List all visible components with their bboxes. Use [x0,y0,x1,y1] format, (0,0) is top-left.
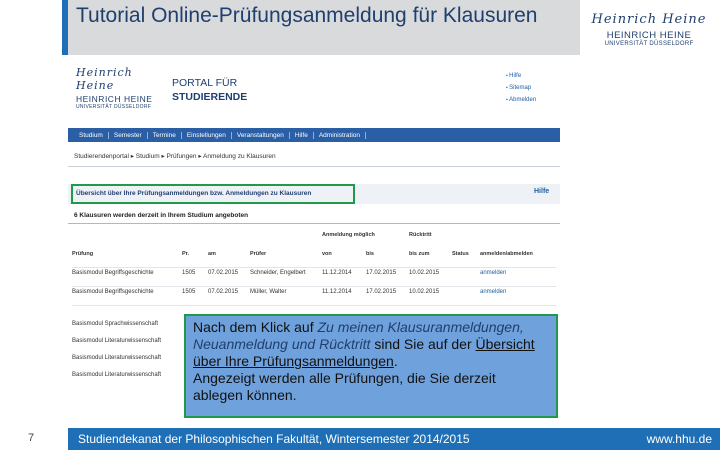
table-cell: 10.02.2015 [409,289,440,295]
table-header-row: Prüfung Pr. am Prüfer von bis bis zum St… [72,251,556,270]
column-header: Prüfer [250,251,267,257]
list-item: Basismodul Sprachwissenschaft [72,321,159,327]
nav-item-semester[interactable]: Semester [109,131,148,139]
portal-quick-links: Hilfe Sitemap Abmelden [506,70,536,106]
divider [72,286,556,287]
register-link[interactable]: anmelden [480,289,506,295]
column-header: Prüfung [72,251,94,257]
divider [72,267,556,268]
column-header: bis zum [409,251,430,257]
nav-item-hilfe[interactable]: Hilfe [290,131,314,139]
callout-middle: sind Sie auf der [370,336,476,352]
portal-logo-subtitle: UNIVERSITÄT DÜSSELDORF [76,104,152,110]
portal-logo-signature: Heinrich Heine [76,66,133,92]
university-logo: Heinrich Heine HEINRICH HEINE UNIVERSITÄ… [590,12,708,64]
table-cell: 17.02.2015 [366,270,397,276]
footer-url[interactable]: www.hhu.de [647,432,712,446]
logo-subtitle: UNIVERSITÄT DÜSSELDORF [604,41,694,47]
table-cell: Müller, Walter [250,289,287,295]
portal-nav-bar: Studium Semester Termine Einstellungen V… [68,128,560,142]
help-link[interactable]: Hilfe [534,188,549,195]
portal-logo-name: HEINRICH HEINE [76,94,153,104]
portal-heading-line1: PORTAL FÜR [172,77,238,89]
header-left-blank [0,0,62,55]
nav-item-termine[interactable]: Termine [148,131,182,139]
portal-logo: Heinrich Heine HEINRICH HEINE UNIVERSITÄ… [76,66,166,110]
table-row: Basismodul Begriffsgeschichte 1505 07.02… [72,289,556,308]
divider [68,166,560,167]
exam-count-text: 6 Klausuren werden derzeit in Ihrem Stud… [74,212,249,219]
table-cell: 07.02.2015 [208,289,239,295]
table-cell: 11.12.2014 [322,289,352,295]
table-cell: 17.02.2015 [366,289,397,295]
column-header: von [322,251,332,257]
table-cell: Basismodul Begriffsgeschichte [72,289,154,295]
breadcrumb[interactable]: Studierendenportal ▸ Studium ▸ Prüfungen… [74,152,276,160]
table-cell: 11.12.2014 [322,270,352,276]
list-item: Basismodul Literaturwissenschaft [72,372,162,378]
page-number: 7 [27,432,35,444]
callout-intro: Nach dem Klick auf [193,319,318,335]
slide: Tutorial Online-Prüfungsanmeldung für Kl… [0,0,720,450]
logo-name: HEINRICH HEINE [606,30,692,41]
callout-line2: Angezeigt werden alle Prüfungen, die Sie… [193,370,496,403]
list-item: Basismodul Literaturwissenschaft [72,338,162,344]
portal-heading: PORTAL FÜR STUDIERENDE [172,76,247,104]
column-header: Pr. [182,251,190,257]
table-cell: 1505 [182,270,196,276]
table-cell: 07.02.2015 [208,270,239,276]
quick-link-sitemap[interactable]: Sitemap [506,82,536,94]
logo-signature: Heinrich Heine [591,12,707,27]
exam-table: Anmeldung möglich Rücktritt Prüfung Pr. … [72,232,556,308]
nav-item-einstellungen[interactable]: Einstellungen [182,131,232,139]
footer-text: Studiendekanat der Philosophischen Fakul… [78,432,470,446]
instruction-callout: Nach dem Klick auf Zu meinen Klausuranme… [184,314,558,418]
nav-item-administration[interactable]: Administration [314,131,367,139]
nav-item-studium[interactable]: Studium [74,131,109,139]
quick-link-logout[interactable]: Abmelden [506,94,536,106]
register-link[interactable]: anmelden [480,270,506,276]
nav-item-veranstaltungen[interactable]: Veranstaltungen [232,131,290,139]
column-header: bis [366,251,374,257]
column-header: am [208,251,216,257]
table-row: Basismodul Begriffsgeschichte 1505 07.02… [72,270,556,289]
column-header: anmelden/abmelden [480,251,533,257]
table-cell: 1505 [182,289,196,295]
footer: 7 Studiendekanat der Philosophischen Fak… [0,428,720,450]
table-cell: Basismodul Begriffsgeschichte [72,270,154,276]
column-header: Status [452,251,469,257]
table-cell: Schneider, Engelbert [250,270,306,276]
table-group-header-row: Anmeldung möglich Rücktritt [72,232,556,251]
portal-heading-line2: STUDIERENDE [172,91,248,103]
group-header-registration: Anmeldung möglich [322,232,375,238]
callout-after: . [393,353,398,369]
exam-list-partial: Basismodul Sprachwissenschaft Basismodul… [72,316,161,384]
divider [68,223,560,224]
divider [72,305,556,306]
overview-title-highlight: Übersicht über Ihre Prüfungsanmeldungen … [71,184,355,204]
slide-title: Tutorial Online-Prüfungsanmeldung für Kl… [76,4,538,27]
quick-link-help[interactable]: Hilfe [506,70,536,82]
group-header-withdrawal: Rücktritt [409,232,432,238]
list-item: Basismodul Literaturwissenschaft [72,355,162,361]
table-cell: 10.02.2015 [409,270,440,276]
